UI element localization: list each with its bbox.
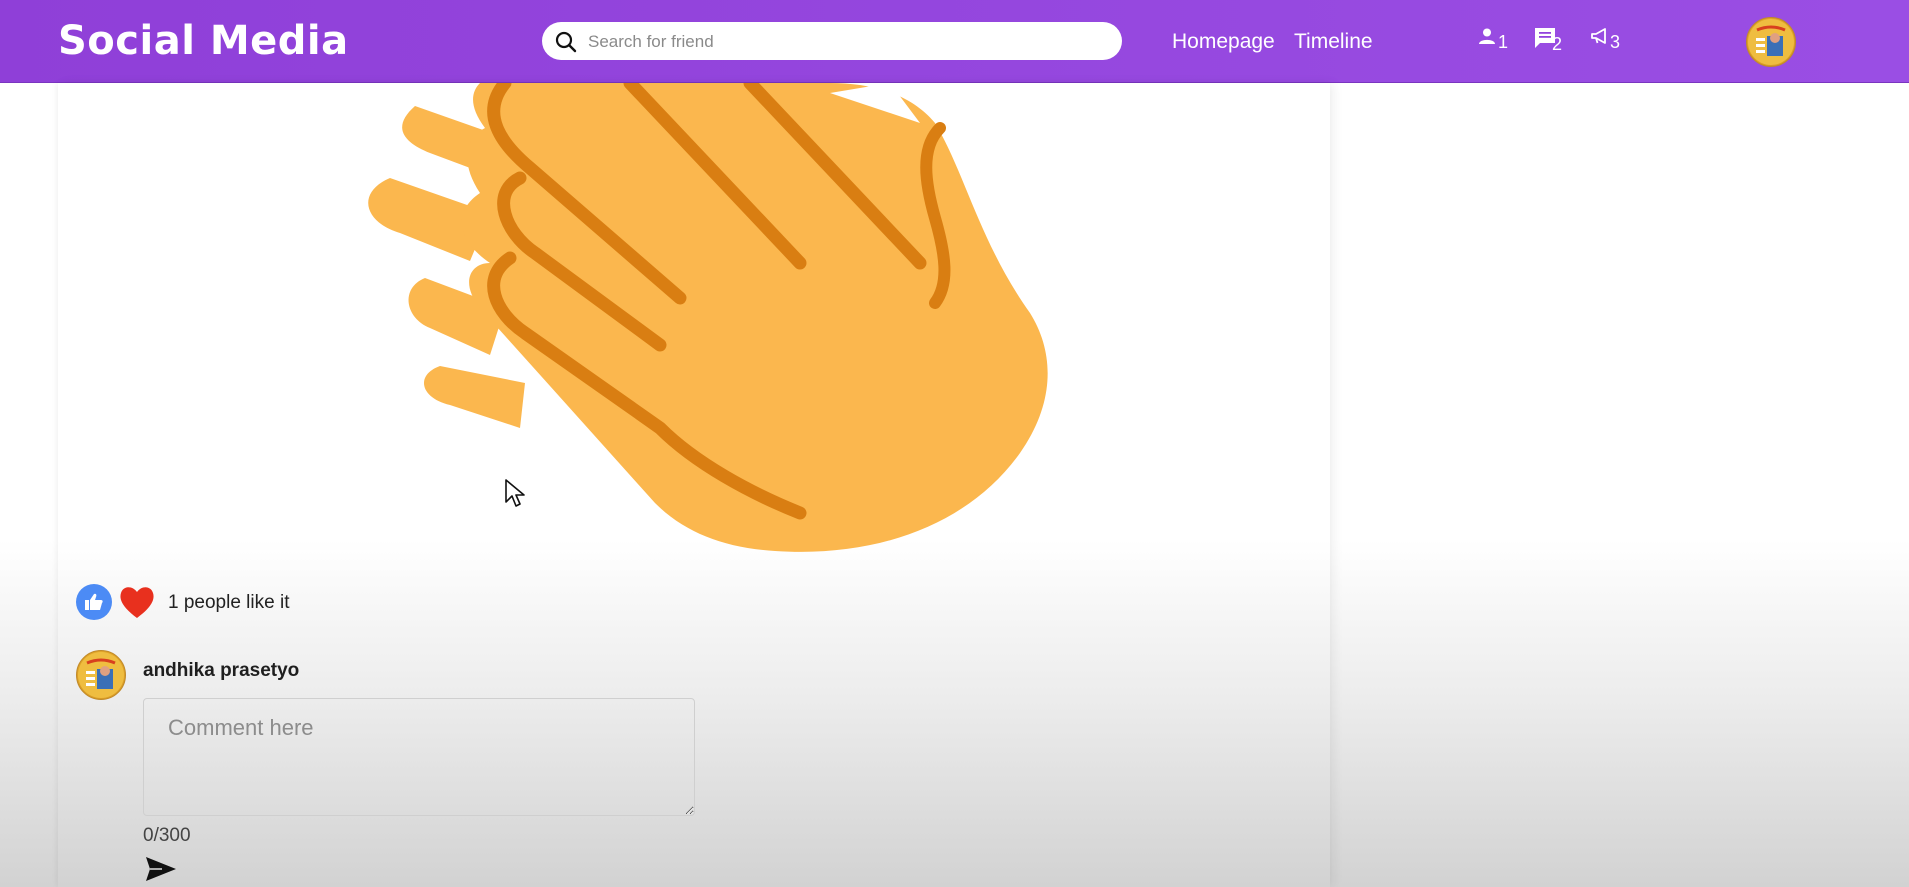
app-logo[interactable]: Social Media: [58, 18, 349, 64]
likes-count-text: 1 people like it: [168, 592, 290, 613]
thumbs-up-icon[interactable]: [76, 584, 112, 620]
heart-icon[interactable]: [118, 584, 156, 620]
search-input[interactable]: [586, 28, 1110, 56]
commenter-avatar: [76, 650, 126, 700]
nav-timeline-link[interactable]: Timeline: [1294, 30, 1373, 54]
comment-input[interactable]: [143, 698, 695, 816]
search-bar[interactable]: [542, 22, 1122, 60]
profile-avatar[interactable]: [1746, 17, 1796, 67]
send-icon[interactable]: [144, 855, 178, 883]
person-icon: [1479, 28, 1495, 44]
clapping-hands-image: [368, 83, 1048, 552]
search-icon: [555, 31, 577, 53]
top-navbar: Social Media Homepage Timeline 1 2 3: [0, 0, 1909, 83]
messages-count: 2: [1552, 34, 1563, 54]
announcements-count: 3: [1610, 32, 1621, 52]
comment-char-count: 0/300: [143, 825, 191, 846]
mouse-cursor-icon: [505, 479, 525, 507]
commenter-name: andhika prasetyo: [143, 660, 300, 681]
megaphone-icon: [1591, 28, 1606, 44]
nav-homepage-link[interactable]: Homepage: [1172, 30, 1275, 54]
friend-requests-count: 1: [1498, 32, 1509, 52]
